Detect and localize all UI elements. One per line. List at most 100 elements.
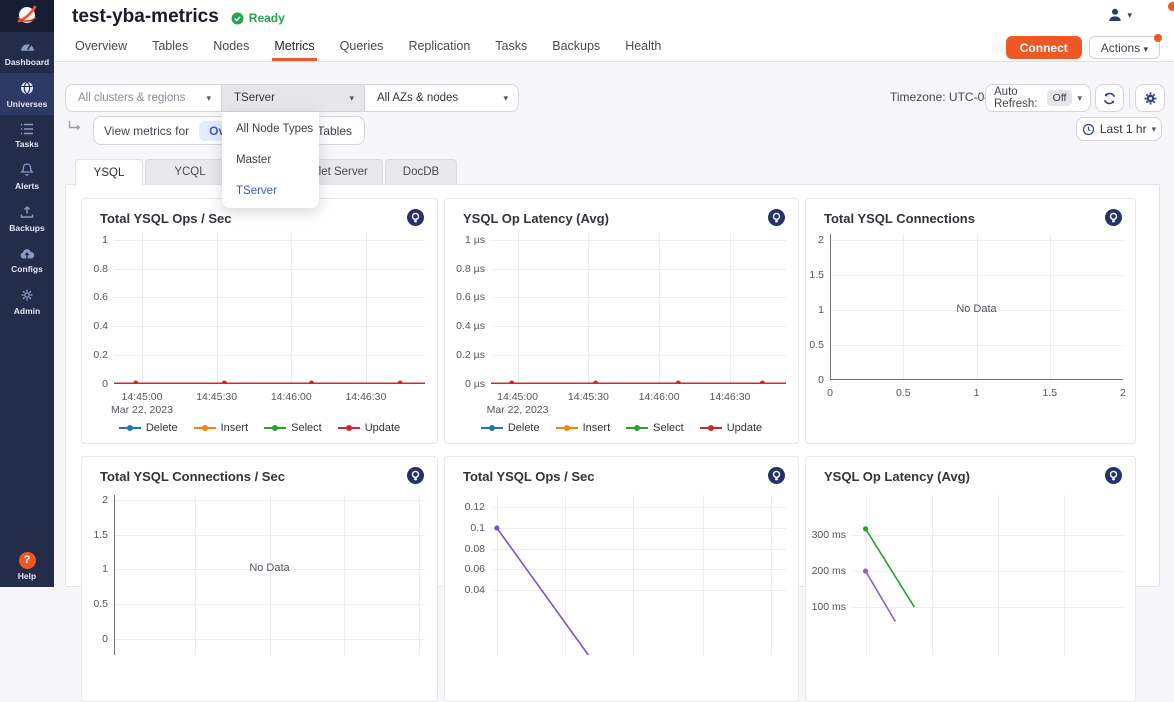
tab-backups[interactable]: Backups: [552, 34, 600, 61]
tab-nodes[interactable]: Nodes: [213, 34, 249, 61]
metrics-filter-group: All clusters & regions ▾ TServer ▾ All A…: [65, 84, 519, 112]
legend-item: Update: [700, 422, 762, 434]
chevron-down-icon: ▾: [1152, 124, 1157, 135]
legend-item: Select: [626, 422, 684, 434]
sidebar-item-universes[interactable]: Universes: [0, 73, 54, 115]
settings-button[interactable]: [1135, 84, 1165, 112]
chart-title: Total YSQL Ops / Sec: [463, 469, 595, 484]
node-type-select[interactable]: TServer ▾: [221, 85, 364, 111]
yugabyte-logo-icon: [407, 209, 424, 226]
node-type-dropdown: All Node Types Master TServer: [222, 112, 319, 208]
page-title: test-yba-metrics: [72, 6, 219, 28]
menu-item-tserver[interactable]: TServer: [222, 176, 319, 207]
sidebar-item-label: Configs: [0, 264, 54, 274]
sidebar-item-label: Tasks: [0, 139, 54, 149]
actions-button[interactable]: Actions ▾: [1089, 36, 1160, 59]
tab-tables[interactable]: Tables: [152, 34, 188, 61]
sidebar-item-label: Backups: [0, 223, 54, 233]
app-logo[interactable]: [0, 0, 54, 32]
refresh-icon: [1102, 91, 1117, 106]
cloud-upload-icon: [19, 246, 36, 261]
legend-item: Insert: [556, 422, 611, 434]
clock-icon: [1082, 123, 1095, 136]
cluster-region-select[interactable]: All clusters & regions ▾: [66, 85, 221, 111]
chart-title: YSQL Op Latency (Avg): [463, 211, 609, 226]
az-node-select[interactable]: All AZs & nodes ▾: [364, 85, 518, 111]
tab-ysql[interactable]: YSQL: [75, 159, 143, 186]
yugabyte-logo-icon: [768, 467, 785, 484]
list-icon: [19, 122, 35, 136]
refresh-button[interactable]: [1095, 84, 1124, 112]
auto-refresh-value: Off: [1047, 90, 1073, 106]
tab-replication[interactable]: Replication: [408, 34, 470, 61]
chevron-down-icon: ▾: [349, 93, 364, 104]
universe-nav: Overview Tables Nodes Metrics Queries Re…: [54, 34, 1174, 62]
connect-button[interactable]: Connect: [1006, 36, 1082, 59]
chart-title: Total YSQL Connections: [824, 211, 975, 226]
sidebar-item-backups[interactable]: Backups: [0, 197, 54, 239]
chevron-down-icon: ▾: [1077, 93, 1082, 104]
tab-metrics[interactable]: Metrics: [274, 34, 314, 61]
sidebar-item-label: Admin: [0, 306, 54, 316]
user-menu[interactable]: ▾: [1107, 7, 1132, 23]
chevron-down-icon: ▾: [503, 93, 518, 104]
help-icon: ?: [19, 552, 36, 569]
legend-item: Delete: [481, 422, 540, 434]
tab-tasks[interactable]: Tasks: [495, 34, 527, 61]
chevron-down-icon: ▾: [206, 93, 221, 104]
gear-icon: [19, 287, 35, 303]
chart-card-total-ysql-connections: Total YSQL Connections No Data21.510.500…: [805, 198, 1136, 444]
user-icon: [1107, 7, 1123, 23]
bell-icon: [19, 162, 35, 178]
chevron-down-icon: ▾: [1143, 44, 1148, 54]
rocket-planet-logo-icon: [15, 4, 39, 28]
sidebar-item-alerts[interactable]: Alerts: [0, 155, 54, 197]
gauge-icon: [19, 39, 36, 54]
charts-grid: Total YSQL Ops / Sec 10.80.60.40.2014:45…: [81, 198, 1136, 702]
sidebar-item-label: Dashboard: [0, 57, 54, 67]
sidebar-item-admin[interactable]: Admin: [0, 280, 54, 322]
chart-title: YSQL Op Latency (Avg): [824, 469, 970, 484]
yugabyte-logo-icon: [1105, 467, 1122, 484]
auto-refresh-select[interactable]: Auto Refresh: Off ▾: [985, 84, 1091, 112]
tab-queries[interactable]: Queries: [340, 34, 384, 61]
chart-title: Total YSQL Ops / Sec: [100, 211, 232, 226]
tab-health[interactable]: Health: [625, 34, 661, 61]
divider: [1129, 88, 1130, 108]
metrics-panel: Total YSQL Ops / Sec 10.80.60.40.2014:45…: [65, 184, 1160, 587]
sidebar-item-dashboard[interactable]: Dashboard: [0, 32, 54, 73]
legend-item: Update: [338, 422, 400, 434]
sidebar-item-label: Universes: [0, 99, 54, 109]
top-bar: test-yba-metrics Ready ▾: [54, 0, 1174, 34]
legend-item: Insert: [194, 422, 249, 434]
chart-legend: DeleteInsertSelectUpdate: [82, 422, 437, 434]
chart-card-total-ysql-ops-sec: Total YSQL Ops / Sec 10.80.60.40.2014:45…: [81, 198, 438, 444]
globe-icon: [19, 80, 35, 96]
check-circle-icon: [231, 12, 244, 25]
notification-dot: [1154, 34, 1162, 42]
sidebar-item-label: Alerts: [0, 181, 54, 191]
yugabyte-logo-icon: [407, 467, 424, 484]
chart-card-ysql-op-latency: YSQL Op Latency (Avg) 1 µs0.8 µs0.6 µs0.…: [444, 198, 799, 444]
time-range-select[interactable]: Last 1 hr ▾: [1076, 117, 1162, 141]
sidebar-item-tasks[interactable]: Tasks: [0, 115, 54, 155]
status-text: Ready: [249, 11, 285, 25]
yugabyte-logo-icon: [768, 209, 785, 226]
chart-title: Total YSQL Connections / Sec: [100, 469, 285, 484]
menu-item-master[interactable]: Master: [222, 145, 319, 176]
legend-item: Delete: [119, 422, 178, 434]
status-badge: Ready: [231, 11, 285, 25]
menu-item-all-node-types[interactable]: All Node Types: [222, 114, 319, 145]
chart-card-ysql-op-latency-2: YSQL Op Latency (Avg) 300 ms200 ms100 ms: [805, 456, 1136, 702]
sidebar-item-label: Help: [0, 571, 54, 581]
chart-legend: Delete Insert Select Update: [445, 422, 798, 434]
view-metrics-label: View metrics for: [104, 124, 189, 138]
gear-icon: [1143, 91, 1158, 106]
upload-icon: [19, 204, 35, 220]
chevron-down-icon: ▾: [1127, 10, 1132, 21]
tab-overview[interactable]: Overview: [75, 34, 127, 61]
sidebar-item-help[interactable]: ? Help: [0, 552, 54, 581]
notification-dot: [1168, 2, 1174, 11]
tab-docdb[interactable]: DocDB: [385, 159, 457, 184]
sidebar-item-configs[interactable]: Configs: [0, 239, 54, 280]
